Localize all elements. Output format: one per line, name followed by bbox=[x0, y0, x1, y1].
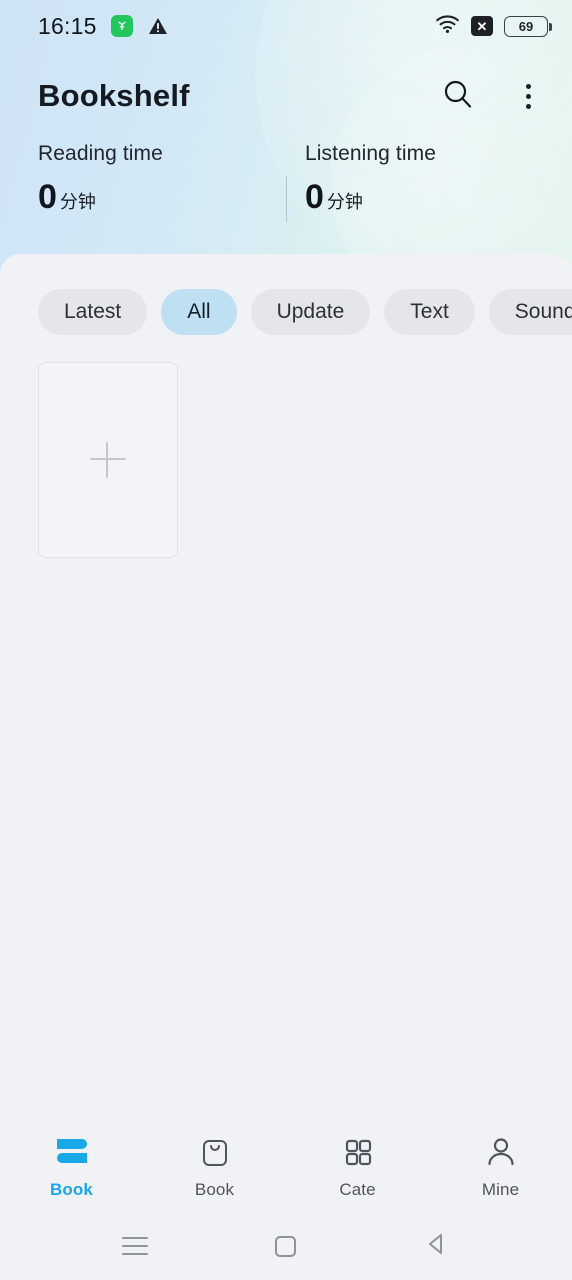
stat-unit: 分钟 bbox=[326, 192, 363, 212]
chip-label: Sound bbox=[514, 300, 572, 323]
status-bar-clock: 16:15 bbox=[38, 12, 97, 39]
chip-label: Text bbox=[410, 300, 449, 323]
chip-all[interactable]: All bbox=[161, 289, 237, 335]
stats-divider bbox=[286, 176, 287, 222]
plus-icon bbox=[90, 442, 126, 478]
stat-value: 0 分钟 bbox=[305, 180, 534, 214]
stat-value: 0 分钟 bbox=[38, 180, 267, 214]
green-app-icon bbox=[110, 15, 133, 37]
app-bar: Bookshelf bbox=[0, 60, 572, 132]
grid-icon bbox=[342, 1133, 374, 1171]
bottom-tab-bar: Book Book Cate Mine bbox=[0, 1120, 572, 1212]
stat-label: Listening time bbox=[305, 142, 436, 165]
stat-reading-time: Reading time 0 分钟 bbox=[38, 142, 267, 242]
status-bar-left: 16:15 bbox=[38, 13, 169, 40]
chip-sound[interactable]: Sound bbox=[488, 289, 572, 335]
back-triangle-icon bbox=[424, 1231, 450, 1262]
add-book-card[interactable] bbox=[38, 362, 178, 558]
book-grid bbox=[38, 362, 178, 558]
chip-label: All bbox=[187, 300, 211, 323]
home-button[interactable] bbox=[254, 1221, 318, 1271]
home-square-icon bbox=[275, 1235, 297, 1257]
stat-unit: 分钟 bbox=[59, 192, 96, 212]
stat-label: Reading time bbox=[38, 142, 163, 165]
stat-listening-time: Listening time 0 分钟 bbox=[267, 142, 534, 242]
chip-update[interactable]: Update bbox=[250, 289, 371, 335]
tab-mine[interactable]: Mine bbox=[429, 1120, 572, 1212]
overflow-menu-button[interactable] bbox=[504, 72, 552, 120]
app-screen: 16:15 ✕ 69 Bookshelf Reading time 0 分钟 L… bbox=[0, 0, 572, 1280]
search-button[interactable] bbox=[434, 72, 482, 120]
shopping-bag-icon bbox=[198, 1133, 232, 1171]
person-icon bbox=[484, 1133, 518, 1171]
page-title: Bookshelf bbox=[38, 78, 190, 113]
tab-label: Book bbox=[194, 1179, 235, 1199]
tab-category[interactable]: Cate bbox=[286, 1120, 429, 1212]
recents-icon bbox=[122, 1237, 149, 1255]
tab-label: Book bbox=[50, 1179, 93, 1199]
battery-level: 69 bbox=[518, 18, 534, 34]
tab-bookstore[interactable]: Book bbox=[143, 1120, 286, 1212]
tab-label: Mine bbox=[481, 1179, 520, 1199]
status-bar: 16:15 ✕ 69 bbox=[0, 0, 572, 52]
battery-icon: 69 bbox=[504, 15, 552, 37]
app-bar-actions bbox=[434, 72, 552, 120]
stat-number: 0 bbox=[305, 178, 324, 216]
chip-label: Latest bbox=[64, 300, 122, 323]
chip-latest[interactable]: Latest bbox=[38, 289, 148, 335]
chip-label: Update bbox=[276, 300, 345, 323]
android-nav-bar bbox=[0, 1212, 572, 1280]
filter-chip-row[interactable]: Latest All Update Text Sound bbox=[0, 286, 572, 338]
bookshelf-icon bbox=[53, 1133, 91, 1171]
status-bar-right: ✕ 69 bbox=[435, 13, 552, 39]
more-vertical-icon bbox=[525, 83, 531, 109]
x-badge-icon: ✕ bbox=[471, 16, 493, 36]
stat-number: 0 bbox=[38, 178, 57, 216]
tab-bookshelf[interactable]: Book bbox=[0, 1120, 143, 1212]
chip-text[interactable]: Text bbox=[384, 289, 475, 335]
recents-button[interactable] bbox=[103, 1221, 167, 1271]
wifi-icon bbox=[435, 13, 460, 39]
back-button[interactable] bbox=[405, 1221, 469, 1271]
search-icon bbox=[441, 77, 475, 116]
warning-triangle-icon bbox=[147, 16, 169, 36]
tab-label: Cate bbox=[339, 1179, 376, 1199]
